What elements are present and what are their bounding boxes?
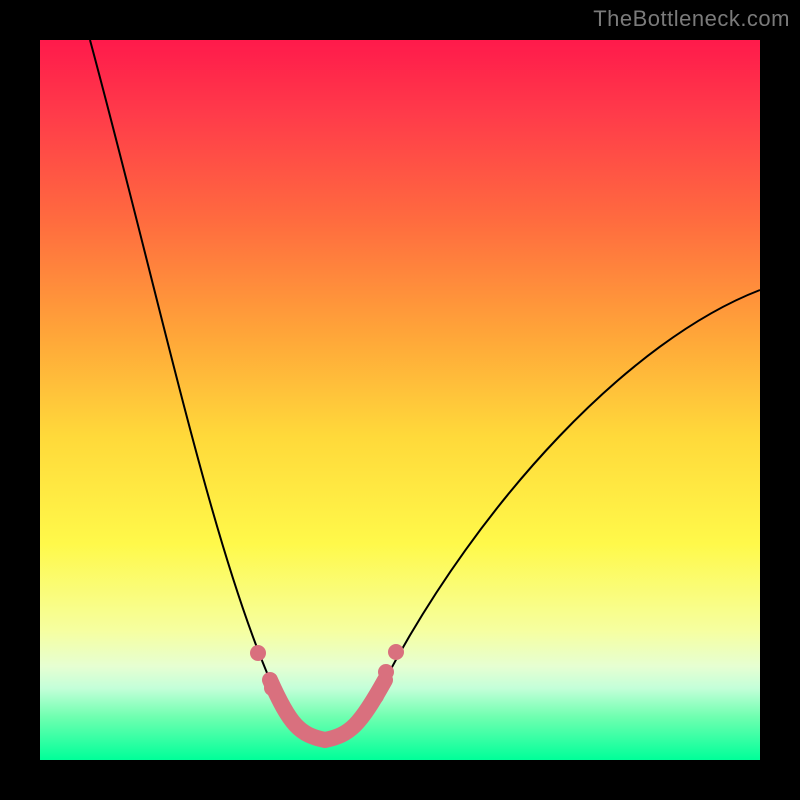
valley-marker — [270, 680, 385, 740]
valley-dot — [388, 644, 404, 660]
chart-frame: TheBottleneck.com — [0, 0, 800, 800]
valley-dot — [250, 645, 266, 661]
watermark-text: TheBottleneck.com — [593, 6, 790, 32]
valley-dot — [368, 688, 384, 704]
valley-dot — [264, 680, 280, 696]
valley-dot — [378, 664, 394, 680]
curve-svg — [40, 40, 760, 760]
bottleneck-curve — [90, 40, 760, 740]
plot-area — [40, 40, 760, 760]
